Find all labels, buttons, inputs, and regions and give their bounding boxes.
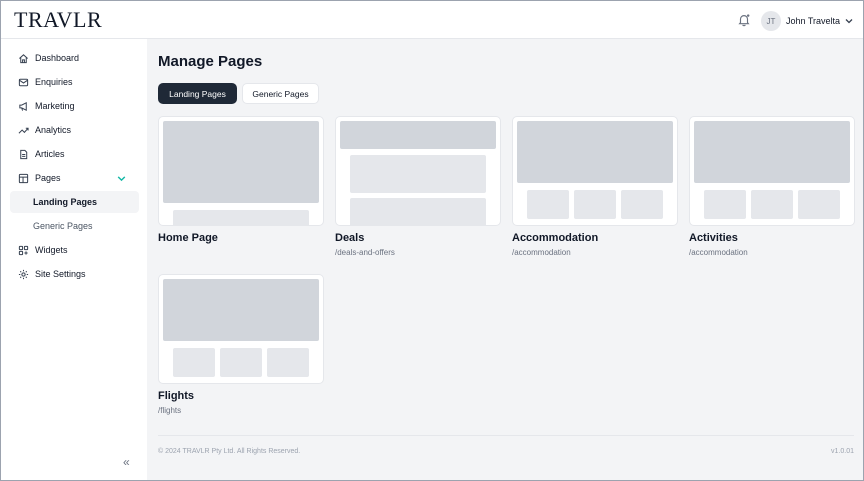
sidebar-item-label: Generic Pages	[33, 221, 93, 231]
sidebar-item-label: Enquiries	[35, 77, 73, 87]
sidebar-item-pages[interactable]: Pages	[10, 167, 139, 189]
avatar: JT	[761, 11, 781, 31]
user-menu[interactable]: JT John Travelta	[761, 10, 854, 32]
sidebar-item-generic-pages[interactable]: Generic Pages	[10, 215, 139, 237]
document-icon	[20, 149, 28, 159]
card-title: Flights	[158, 390, 195, 402]
gear-icon	[18, 269, 29, 279]
tab-generic-pages[interactable]: Generic Pages	[242, 83, 319, 104]
tab-landing-pages[interactable]: Landing Pages	[158, 83, 237, 104]
sidebar-item-label: Widgets	[35, 245, 68, 255]
collapse-sidebar-icon[interactable]: «	[123, 455, 130, 469]
sidebar-item-marketing[interactable]: Marketing	[10, 95, 139, 117]
logo[interactable]: TRAVLR	[14, 7, 102, 33]
sidebar-item-enquiries[interactable]: Enquiries	[10, 71, 139, 93]
page-card-flights[interactable]: Flights /flights	[158, 274, 324, 416]
sidebar-item-widgets[interactable]: Widgets	[10, 239, 139, 261]
sidebar-item-label: Pages	[35, 173, 61, 183]
chevron-down-icon[interactable]	[116, 173, 127, 184]
top-bar: TRAVLR JT John Travelta	[1, 1, 863, 39]
sidebar-item-label: Marketing	[35, 101, 75, 111]
trend-icon	[18, 127, 29, 134]
home-icon	[19, 53, 28, 63]
mail-icon	[18, 78, 29, 86]
card-path: /accommodation	[512, 248, 571, 257]
sidebar-item-analytics[interactable]: Analytics	[10, 119, 139, 141]
page-title: Manage Pages	[158, 53, 263, 70]
sidebar-item-landing-pages[interactable]: Landing Pages	[10, 191, 139, 213]
sidebar-item-label: Analytics	[35, 125, 72, 135]
page-card-home[interactable]: Home Page	[158, 116, 324, 258]
copyright-text: © 2024 TRAVLR Pty Ltd. All Rights Reserv…	[158, 448, 301, 455]
card-path: /flights	[158, 406, 182, 415]
page-card-deals[interactable]: Deals /deals-and-offers	[335, 116, 501, 258]
page-thumbnail	[158, 116, 324, 226]
user-name: John Travelta	[786, 16, 841, 26]
sidebar-item-articles[interactable]: Articles	[10, 143, 139, 165]
main-content: Manage Pages Landing Pages Generic Pages…	[147, 39, 863, 480]
sidebar-item-label: Landing Pages	[33, 197, 98, 207]
card-title: Home Page	[158, 232, 218, 244]
card-title: Deals	[335, 232, 365, 244]
chevron-down-icon	[845, 19, 853, 24]
page-thumbnail	[158, 274, 324, 384]
footer-divider	[158, 435, 854, 436]
sidebar-item-dashboard[interactable]: Dashboard	[10, 47, 139, 69]
card-path: /deals-and-offers	[335, 248, 395, 257]
page-card-activities[interactable]: Activities /accommodation	[689, 116, 855, 258]
layout-icon	[18, 173, 29, 183]
page-thumbnail	[335, 116, 501, 226]
version-text: v1.0.01	[831, 448, 854, 455]
app-window: TRAVLR JT John Travelta Dashboard Enquir…	[0, 0, 864, 481]
bell-icon[interactable]	[737, 13, 751, 27]
sidebar-item-site-settings[interactable]: Site Settings	[10, 263, 139, 285]
card-title: Activities	[689, 232, 738, 244]
megaphone-icon	[19, 101, 27, 111]
sidebar-item-label: Articles	[35, 149, 65, 159]
card-title: Accommodation	[512, 232, 599, 244]
page-thumbnail	[689, 116, 855, 226]
widgets-icon	[18, 245, 29, 255]
page-thumbnail	[512, 116, 678, 226]
sidebar: Dashboard Enquiries Marketing Analytics …	[1, 39, 147, 480]
card-path: /accommodation	[689, 248, 748, 257]
page-card-accommodation[interactable]: Accommodation /accommodation	[512, 116, 678, 258]
sidebar-item-label: Site Settings	[35, 269, 86, 279]
sidebar-item-label: Dashboard	[35, 53, 80, 63]
